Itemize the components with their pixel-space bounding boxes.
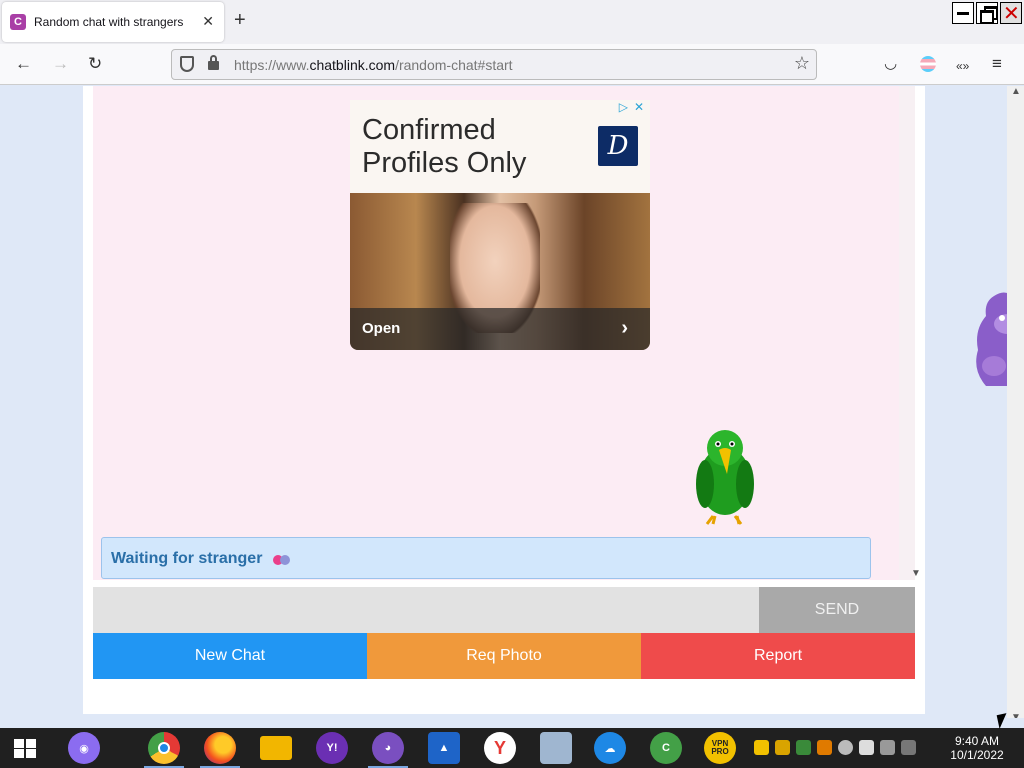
vpn-tray-icon[interactable] <box>754 740 769 755</box>
loading-dots-icon <box>273 555 293 565</box>
chat-actions: New Chat Req Photo Report <box>93 633 915 679</box>
scroll-up-icon[interactable]: ▲ <box>1011 86 1021 97</box>
report-button[interactable]: Report <box>641 633 915 679</box>
disk-tool-icon[interactable] <box>540 732 572 764</box>
system-tray <box>754 740 916 755</box>
extension-flag-icon[interactable] <box>920 56 936 72</box>
new-chat-button[interactable]: New Chat <box>93 633 367 679</box>
status-text: Waiting for stranger <box>111 550 263 567</box>
taskbar-clock[interactable]: 9:40 AM 10/1/2022 <box>944 734 1010 762</box>
windows-start-icon[interactable] <box>14 739 36 758</box>
ad-choices[interactable]: ▷ ✕ <box>619 100 644 114</box>
volume-icon[interactable] <box>901 740 916 755</box>
advertisement[interactable]: ▷ ✕ Confirmed Profiles Only D Open › <box>350 100 650 350</box>
close-window-button[interactable]: ✕ <box>1000 2 1022 25</box>
page-viewport: ▷ ✕ Confirmed Profiles Only D Open › Wai… <box>0 86 1024 718</box>
ad-brand-logo: D <box>598 126 638 166</box>
ccleaner-icon[interactable]: C <box>650 732 682 764</box>
scroll-down-icon[interactable]: ▼ <box>1011 712 1021 718</box>
cortana-icon[interactable]: ◉ <box>68 732 100 764</box>
tab-title: Random chat with strangers <box>34 15 184 29</box>
send-button[interactable]: SEND <box>759 587 915 633</box>
clock-date: 10/1/2022 <box>950 748 1004 762</box>
url-prefix: https://www. <box>234 57 310 73</box>
clock-time: 9:40 AM <box>954 734 1000 748</box>
ad-open-button[interactable]: Open › <box>350 308 650 350</box>
url-path: /random-chat#start <box>395 57 513 73</box>
ad-open-label: Open <box>362 320 401 337</box>
yahoo-messenger-icon[interactable]: Y! <box>316 732 348 764</box>
chat-status-bar: Waiting for stranger <box>101 537 871 579</box>
close-icon: ✕ <box>1003 3 1020 25</box>
cloud-app-icon[interactable]: ☁ <box>594 732 626 764</box>
flag-tray-icon[interactable] <box>859 740 874 755</box>
request-photo-button[interactable]: Req Photo <box>367 633 641 679</box>
bird-tray-icon[interactable] <box>775 740 790 755</box>
forward-arrow-icon[interactable]: → <box>52 54 69 74</box>
scroll-thumb[interactable] <box>1010 100 1021 660</box>
pocket-icon[interactable]: ◡ <box>884 54 897 74</box>
address-bar[interactable]: https://www.chatblink.com/random-chat#st… <box>171 49 817 80</box>
message-input[interactable] <box>93 587 759 633</box>
ad-headline: Confirmed Profiles Only <box>362 114 527 179</box>
network-icon[interactable] <box>880 740 895 755</box>
search-tray-icon[interactable] <box>817 740 832 755</box>
minus-tray-icon[interactable] <box>838 740 853 755</box>
ad-close-icon[interactable]: ✕ <box>634 100 644 114</box>
minimize-window-button[interactable] <box>952 2 974 24</box>
vpn-pro-icon[interactable]: VPN PRO <box>704 732 736 764</box>
url-host: chatblink.com <box>309 57 396 73</box>
firefox-icon[interactable] <box>204 732 236 764</box>
file-explorer-icon[interactable] <box>260 736 292 760</box>
browser-tab[interactable]: C Random chat with strangers ✕ <box>2 2 224 42</box>
browser-tab-strip: C Random chat with strangers ✕ + ✕ <box>0 0 1024 44</box>
back-arrow-icon[interactable]: ← <box>15 54 32 74</box>
arc-icon[interactable]: ▲ <box>428 732 460 764</box>
tab-close-icon[interactable]: ✕ <box>202 13 214 30</box>
chat-scroll-down-icon[interactable]: ▼ <box>911 568 921 579</box>
new-tab-icon[interactable]: + <box>234 10 246 30</box>
page-scrollbar[interactable]: ▲ ▼ <box>1007 86 1024 718</box>
tracking-protection-shield-icon[interactable] <box>180 56 194 72</box>
tray-app-icon[interactable] <box>796 740 811 755</box>
url-text[interactable]: https://www.chatblink.com/random-chat#st… <box>234 57 513 73</box>
bonzi-buddy-icon[interactable]: ◕ <box>372 732 404 764</box>
restore-window-button[interactable] <box>976 2 998 24</box>
chat-log: ▷ ✕ Confirmed Profiles Only D Open › Wai… <box>93 86 921 580</box>
parrot-mascot <box>696 430 754 525</box>
ad-choices-icon[interactable]: ▷ <box>619 100 628 114</box>
bookmark-star-icon[interactable]: ☆ <box>794 53 810 74</box>
menu-hamburger-icon[interactable]: ≡ <box>992 54 1002 74</box>
chevron-right-icon: › <box>621 317 628 339</box>
windows-taskbar: ◉ Y! ◕ ▲ Y ☁ C VPN PRO 9:40 AM 10/1/2022 <box>0 728 1024 768</box>
chat-container: ▷ ✕ Confirmed Profiles Only D Open › Wai… <box>83 86 925 714</box>
browser-toolbar: ← → ↻ https://www.chatblink.com/random-c… <box>0 44 1024 85</box>
reload-icon[interactable]: ↻ <box>88 54 102 74</box>
message-composer: SEND <box>93 587 915 633</box>
yandex-icon[interactable]: Y <box>484 732 516 764</box>
extension-icon[interactable]: «» <box>956 56 969 76</box>
site-favicon-icon: C <box>10 14 26 30</box>
chrome-icon[interactable] <box>148 732 180 764</box>
window-controls: ✕ <box>952 2 1022 25</box>
lock-icon[interactable] <box>208 55 219 70</box>
